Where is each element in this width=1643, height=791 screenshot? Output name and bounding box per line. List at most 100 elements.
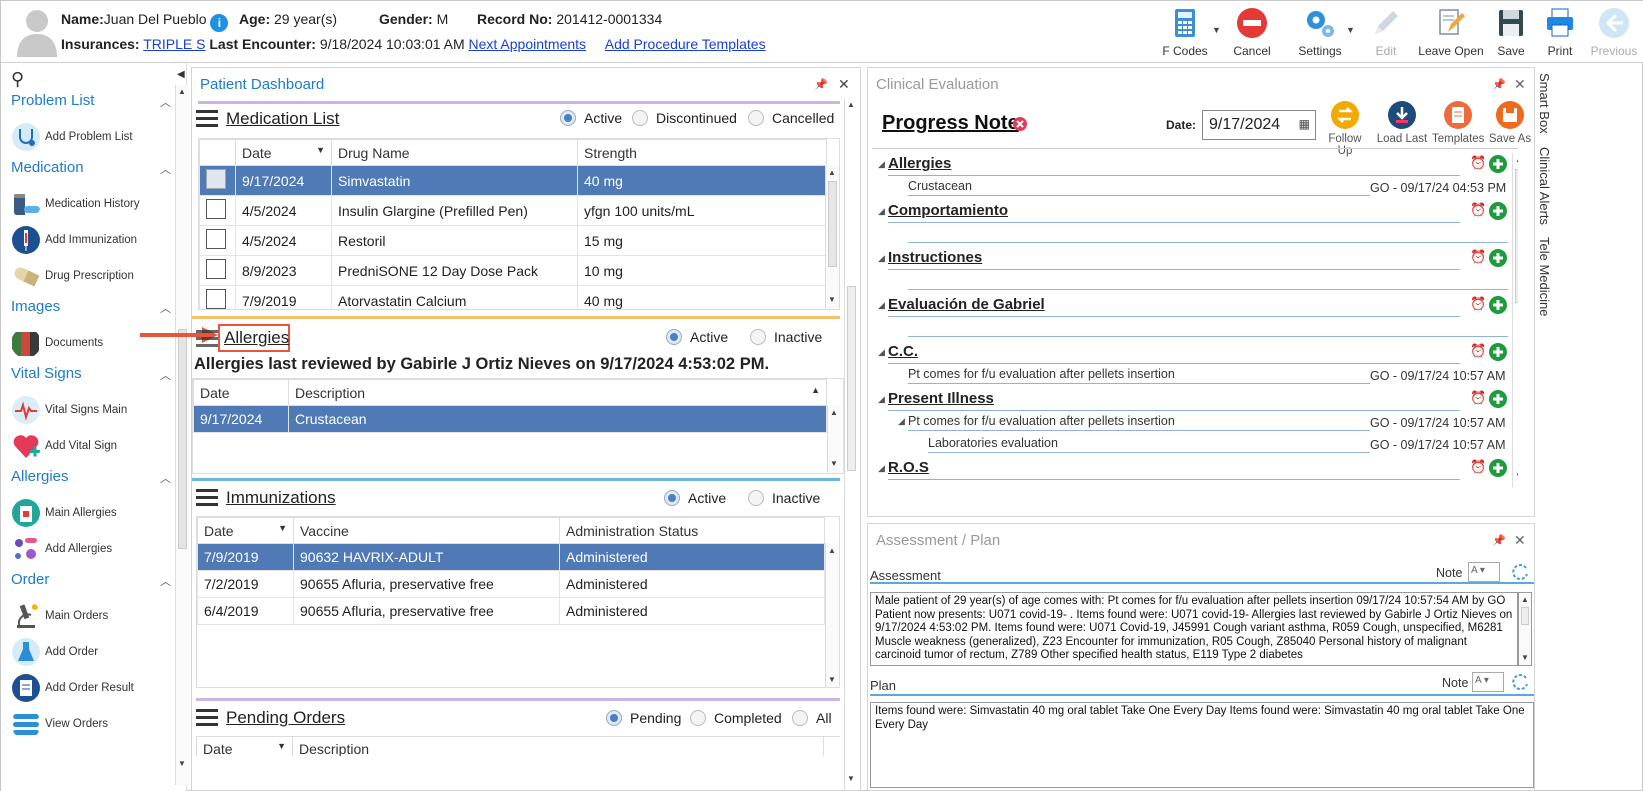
- chevron-up-icon[interactable]: ︿: [160, 161, 171, 177]
- immunizations-table-scrollbar[interactable]: ▲ ▼: [825, 543, 839, 687]
- insurance-link[interactable]: TRIPLE S: [143, 36, 205, 52]
- filter-discontinued-radio[interactable]: Discontinued: [632, 110, 737, 126]
- sidebar-item-add-immunization[interactable]: Add Immunization: [11, 223, 137, 257]
- column-header-date[interactable]: Date: [193, 379, 289, 406]
- sidebar-item-add-order-result[interactable]: Add Order Result: [11, 671, 134, 705]
- alarm-clock-icon[interactable]: ⏰: [1470, 249, 1486, 265]
- plan-textarea[interactable]: Items found were: Simvastatin 40 mg oral…: [870, 702, 1534, 788]
- pin-icon[interactable]: 📌: [1492, 78, 1506, 91]
- expand-triangle-icon[interactable]: ◢: [878, 253, 885, 264]
- sort-arrow-icon[interactable]: ▲: [811, 385, 820, 395]
- sidebar-item-medication-history[interactable]: Medication History: [11, 187, 140, 221]
- scroll-down-icon[interactable]: ▼: [1515, 471, 1518, 480]
- filter-active-radio[interactable]: Active: [666, 329, 728, 345]
- pin-icon[interactable]: 📌: [1492, 534, 1506, 547]
- table-row[interactable]: 6/4/2019 90655 Afluria, preservative free…: [197, 597, 825, 625]
- close-panel-icon[interactable]: ✕: [838, 76, 850, 93]
- scroll-up-icon[interactable]: ▲: [178, 87, 186, 96]
- tab-tele-medicine[interactable]: Tele Medicine: [1537, 237, 1552, 317]
- expand-triangle-icon[interactable]: ◢: [878, 347, 885, 358]
- scroll-thumb[interactable]: [1521, 607, 1529, 625]
- sidebar-item-add-allergies[interactable]: Add Allergies: [11, 532, 112, 566]
- column-header-description[interactable]: Description ▲: [288, 379, 827, 406]
- settings-button[interactable]: Settings ▼: [1284, 1, 1356, 63]
- edit-button[interactable]: Edit: [1356, 1, 1416, 63]
- expand-triangle-icon[interactable]: ◢: [878, 463, 885, 474]
- table-row[interactable]: 9/17/2024 Crustacean: [193, 405, 827, 433]
- table-row[interactable]: 4/5/2024 Restoril 15 mg: [199, 225, 827, 256]
- column-header-strength[interactable]: Strength: [577, 139, 827, 166]
- remove-note-icon[interactable]: [1012, 116, 1028, 132]
- sidebar-item-main-orders[interactable]: Main Orders: [11, 599, 108, 633]
- add-entry-icon[interactable]: [1488, 154, 1508, 174]
- scroll-down-icon[interactable]: ▼: [178, 759, 186, 768]
- previous-button[interactable]: Previous: [1584, 1, 1643, 63]
- column-header-vaccine[interactable]: Vaccine: [293, 517, 560, 544]
- next-appointments-link[interactable]: Next Appointments: [469, 36, 587, 52]
- column-header-date[interactable]: Date ▼: [197, 517, 294, 544]
- sidebar-scrollbar[interactable]: ▲ ▼: [175, 85, 189, 785]
- scroll-down-icon[interactable]: ▼: [1521, 653, 1529, 662]
- scroll-thumb[interactable]: [828, 181, 837, 267]
- expand-triangle-icon[interactable]: ◢: [878, 206, 885, 217]
- sidebar-item-drug-prescription[interactable]: Drug Prescription: [11, 259, 134, 293]
- scroll-thumb[interactable]: [1515, 169, 1518, 303]
- sidebar-section-images[interactable]: Images ︿: [11, 298, 171, 315]
- hamburger-menu-icon[interactable]: [196, 489, 218, 507]
- sidebar-item-add-vital-sign[interactable]: Add Vital Sign: [11, 429, 117, 463]
- alarm-clock-icon[interactable]: ⏰: [1470, 343, 1486, 359]
- filter-cancelled-radio[interactable]: Cancelled: [748, 110, 834, 126]
- scroll-up-icon[interactable]: ▲: [847, 100, 855, 109]
- sort-arrow-icon[interactable]: ▼: [316, 145, 325, 155]
- close-panel-icon[interactable]: ✕: [1514, 532, 1526, 549]
- filter-active-radio[interactable]: Active: [664, 490, 726, 506]
- scroll-up-icon[interactable]: ▲: [1515, 155, 1518, 164]
- expand-triangle-icon[interactable]: ◢: [898, 416, 905, 427]
- allergies-table-scrollbar[interactable]: ▲ ▼: [827, 405, 841, 473]
- tab-clinical-alerts[interactable]: Clinical Alerts: [1537, 147, 1552, 225]
- load-last-button[interactable]: Load Last: [1376, 100, 1428, 145]
- allergies-title[interactable]: Allergies: [224, 328, 289, 348]
- alarm-clock-icon[interactable]: ⏰: [1470, 155, 1486, 171]
- assessment-scrollbar[interactable]: ▲ ▼: [1518, 592, 1532, 666]
- medication-table-scrollbar[interactable]: ▲ ▼: [825, 165, 839, 309]
- row-checkbox[interactable]: [206, 169, 226, 189]
- scroll-down-icon[interactable]: ▼: [828, 675, 836, 684]
- row-checkbox[interactable]: [206, 259, 226, 279]
- add-entry-icon[interactable]: [1488, 342, 1508, 362]
- note-section-evaluacion[interactable]: ◢ Evaluación de Gabriel ⏰: [878, 296, 1508, 340]
- add-entry-icon[interactable]: [1488, 201, 1508, 221]
- note-date-picker[interactable]: 9/17/2024 ▦: [1202, 110, 1316, 140]
- add-entry-icon[interactable]: [1488, 295, 1508, 315]
- medication-list-title[interactable]: Medication List: [226, 109, 339, 129]
- sidebar-item-main-allergies[interactable]: Main Allergies: [11, 496, 117, 530]
- sidebar-section-allergies[interactable]: Allergies ︿: [11, 468, 171, 485]
- note-section-ros[interactable]: ◢ R.O.S ⏰: [878, 459, 1508, 488]
- filter-completed-radio[interactable]: Completed: [690, 710, 782, 726]
- chevron-up-icon[interactable]: ︿: [160, 300, 171, 316]
- sidebar-section-problem-list[interactable]: Problem List ︿: [11, 92, 171, 109]
- chevron-up-icon[interactable]: ︿: [160, 367, 171, 383]
- assessment-textarea[interactable]: Male patient of 29 year(s) of age comes …: [870, 592, 1518, 666]
- sidebar-item-vital-signs-main[interactable]: Vital Signs Main: [11, 393, 127, 427]
- scroll-down-icon[interactable]: ▼: [847, 774, 855, 783]
- sidebar-section-vital-signs[interactable]: Vital Signs ︿: [11, 365, 171, 382]
- plan-note-dropdown[interactable]: A ▾: [1472, 672, 1504, 692]
- scroll-down-icon[interactable]: ▼: [828, 295, 836, 304]
- add-procedure-templates-link[interactable]: Add Procedure Templates: [605, 36, 766, 52]
- chevron-up-icon[interactable]: ︿: [160, 573, 171, 589]
- alarm-clock-icon[interactable]: ⏰: [1470, 296, 1486, 312]
- hamburger-menu-icon[interactable]: [196, 709, 218, 727]
- sidebar-item-add-problem-list[interactable]: Add Problem List: [11, 120, 133, 154]
- expand-triangle-icon[interactable]: ◢: [878, 159, 885, 170]
- column-header-date[interactable]: Date ▼: [235, 139, 332, 166]
- row-checkbox[interactable]: [206, 199, 226, 219]
- chevron-up-icon[interactable]: ︿: [160, 94, 171, 110]
- collapse-sidebar-icon[interactable]: ◀: [177, 69, 185, 80]
- dashboard-scrollbar[interactable]: ▲ ▼: [844, 98, 858, 790]
- note-section-cc[interactable]: ◢ C.C. Pt comes for f/u evaluation after…: [878, 343, 1508, 387]
- sidebar-item-add-order[interactable]: Add Order: [11, 635, 98, 669]
- scroll-thumb[interactable]: [847, 286, 856, 471]
- scroll-up-icon[interactable]: ▲: [828, 168, 836, 177]
- pin-icon[interactable]: 📌: [814, 78, 828, 91]
